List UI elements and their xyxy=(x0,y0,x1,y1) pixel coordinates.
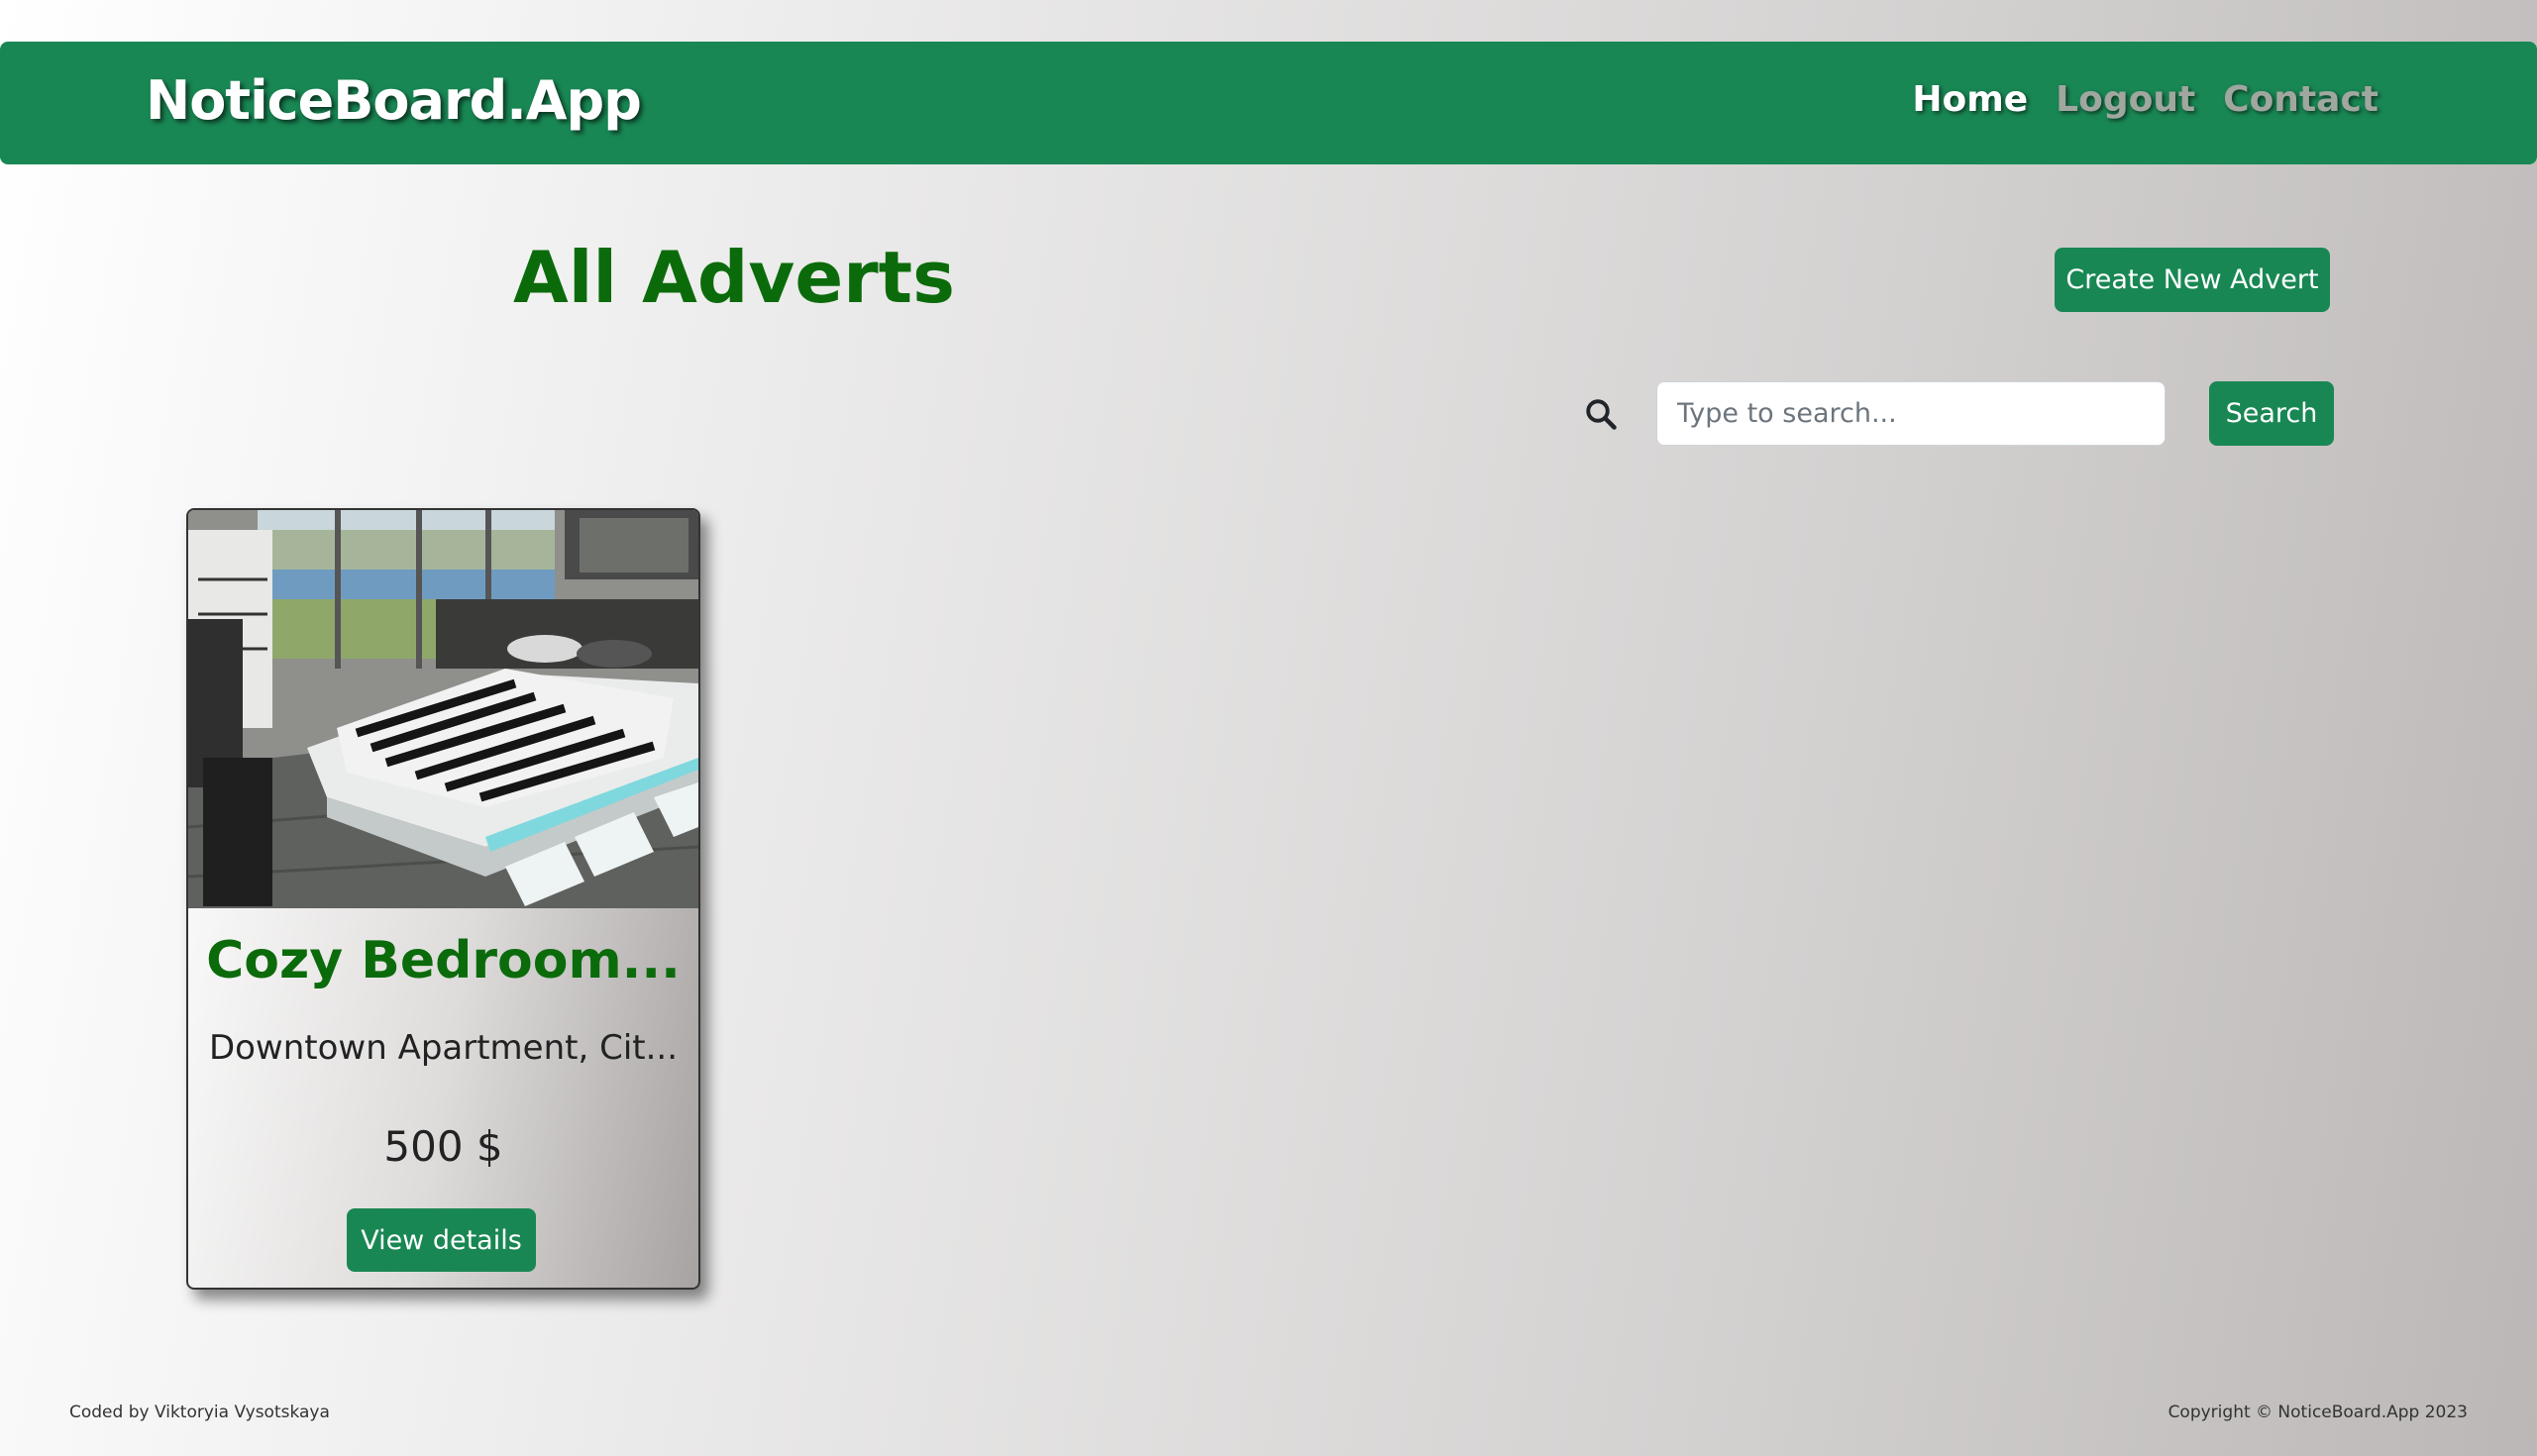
advert-location: Downtown Apartment, Cit... xyxy=(208,1028,679,1068)
create-advert-button[interactable]: Create New Advert xyxy=(2055,248,2330,312)
advert-image xyxy=(188,510,698,908)
footer-credit: Coded by Viktoryia Vysotskaya xyxy=(69,1403,330,1422)
nav-link-home[interactable]: Home xyxy=(1912,79,2028,120)
search-input[interactable] xyxy=(1656,381,2166,446)
nav-links: Home Logout Contact xyxy=(1912,79,2378,120)
advert-card: Cozy Bedroom... Downtown Apartment, Cit.… xyxy=(186,508,700,1290)
search-button[interactable]: Search xyxy=(2209,381,2334,446)
nav-link-contact[interactable]: Contact xyxy=(2223,79,2378,120)
page-title: All Adverts xyxy=(513,236,955,319)
navbar: NoticeBoard.App Home Logout Contact xyxy=(0,42,2537,164)
search-icon xyxy=(1586,399,1617,430)
footer-copyright: Copyright © NoticeBoard.App 2023 xyxy=(2167,1403,2468,1422)
advert-title: Cozy Bedroom... xyxy=(206,931,681,990)
nav-link-logout[interactable]: Logout xyxy=(2056,79,2195,120)
brand-logo[interactable]: NoticeBoard.App xyxy=(146,69,642,132)
advert-price: 500 $ xyxy=(383,1122,503,1171)
view-details-button[interactable]: View details xyxy=(347,1208,536,1272)
